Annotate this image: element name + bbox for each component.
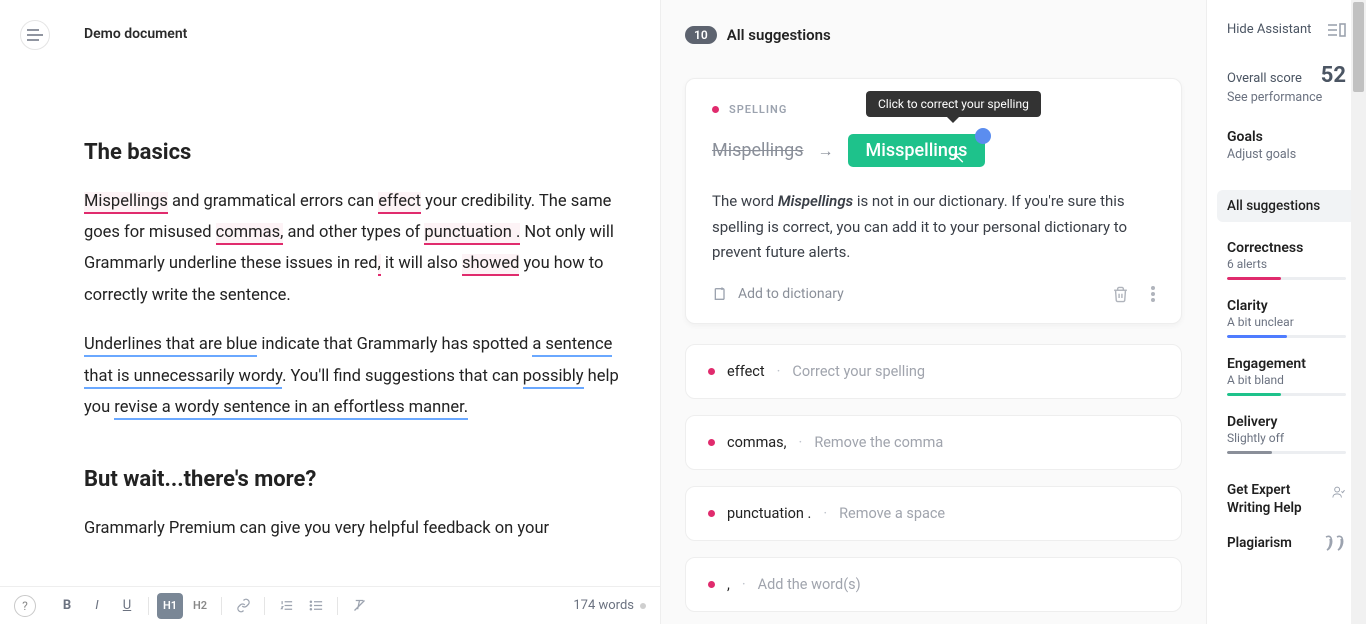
suggestion-category: SPELLING <box>729 103 787 116</box>
error-showed[interactable]: showed <box>462 254 519 276</box>
numbered-list-icon <box>279 598 294 613</box>
trash-icon <box>1112 286 1129 303</box>
score-value: 52 <box>1321 63 1346 88</box>
suggestion-hint: Remove a space <box>839 505 945 522</box>
underline-button[interactable]: U <box>114 593 140 619</box>
expert-help-link[interactable]: Get Expert Writing Help <box>1227 482 1346 517</box>
error-mispellings[interactable]: Mispellings <box>84 192 168 214</box>
paragraph-1: Mispellings and grammatical errors can e… <box>84 186 620 311</box>
correctness-dot-icon <box>708 510 715 517</box>
link-button[interactable] <box>230 593 256 619</box>
collapse-icon <box>1328 23 1346 37</box>
editor-column: Demo document The basics Mispellings and… <box>0 0 660 624</box>
assistant-sidebar: Hide Assistant Overall score 52 See perf… <box>1206 0 1366 624</box>
suggestion-row[interactable]: , · Add the word(s) <box>685 557 1182 612</box>
dismiss-button[interactable] <box>1112 286 1129 303</box>
suggestion-card: SPELLING Click to correct your spelling … <box>685 78 1182 324</box>
plagiarism-icon <box>1324 535 1346 551</box>
goals-heading: Goals <box>1227 129 1346 145</box>
filter-engagement[interactable]: Engagement A bit bland <box>1227 356 1346 396</box>
toolbar-separator <box>337 597 338 615</box>
menu-button[interactable] <box>20 20 50 50</box>
numbered-list-button[interactable] <box>273 593 299 619</box>
hide-assistant-button[interactable]: Hide Assistant <box>1227 22 1311 37</box>
suggestion-row[interactable]: punctuation . · Remove a space <box>685 486 1182 541</box>
toolbar-separator <box>148 597 149 615</box>
suggestion-word: , <box>727 576 730 593</box>
collapse-button[interactable] <box>1328 23 1346 37</box>
apply-correction-button[interactable]: Misspellings ↖ <box>848 134 986 167</box>
error-commas[interactable]: commas, <box>216 223 284 245</box>
suggestion-word: effect <box>727 363 765 380</box>
more-options-button[interactable] <box>1151 286 1155 302</box>
suggestion-hint: Add the word(s) <box>758 576 861 593</box>
see-performance-link[interactable]: See performance <box>1227 90 1346 105</box>
error-punctuation[interactable]: punctuation . <box>424 223 520 245</box>
suggestions-header: 10 All suggestions <box>685 26 1182 44</box>
plagiarism-link[interactable]: Plagiarism <box>1227 535 1346 551</box>
h2-button[interactable]: H2 <box>187 593 213 619</box>
suggestion-row[interactable]: effect · Correct your spelling <box>685 344 1182 399</box>
correctness-dot-icon <box>708 368 715 375</box>
kebab-icon <box>1151 286 1155 302</box>
editor-toolbar: ? B I U H1 H2 <box>0 586 660 624</box>
help-button[interactable]: ? <box>14 595 36 617</box>
document-title[interactable]: Demo document <box>84 26 187 42</box>
clarity-underlines[interactable]: Underlines that are blue <box>84 335 257 357</box>
filter-clarity[interactable]: Clarity A bit unclear <box>1227 298 1346 338</box>
suggestion-description: The word Mispellings is not in our dicti… <box>712 189 1155 266</box>
filter-correctness[interactable]: Correctness 6 alerts <box>1227 240 1346 280</box>
correctness-dot-icon <box>708 439 715 446</box>
suggestions-panel: 10 All suggestions SPELLING Click to cor… <box>660 0 1206 624</box>
suggestion-hint: Correct your spelling <box>792 363 925 380</box>
paragraph-2: Underlines that are blue indicate that G… <box>84 329 620 423</box>
clarity-revise[interactable]: revise a wordy sentence in an effortless… <box>114 398 468 420</box>
word-count[interactable]: 174 words <box>573 598 646 613</box>
expert-icon <box>1331 482 1346 502</box>
suggestion-word: commas, <box>727 434 787 451</box>
suggestion-hint: Remove the comma <box>814 434 943 451</box>
suggestion-row[interactable]: commas, · Remove the comma <box>685 415 1182 470</box>
highlight-dot-icon <box>975 128 991 144</box>
heading-basics: The basics <box>84 132 620 174</box>
menu-icon <box>27 29 43 41</box>
h1-button[interactable]: H1 <box>157 593 183 619</box>
original-word: Mispellings <box>712 140 804 161</box>
scrollbar-thumb[interactable] <box>1353 2 1364 92</box>
filter-delivery[interactable]: Delivery Slightly off <box>1227 414 1346 454</box>
toolbar-separator <box>264 597 265 615</box>
overall-score[interactable]: Overall score 52 <box>1227 63 1346 88</box>
error-effect[interactable]: effect <box>378 192 421 214</box>
paragraph-3: Grammarly Premium can give you very help… <box>84 513 620 544</box>
suggestion-word: punctuation . <box>727 505 811 522</box>
scrollbar[interactable] <box>1351 0 1366 624</box>
clear-formatting-button[interactable] <box>346 593 372 619</box>
suggestion-count-badge: 10 <box>685 26 717 44</box>
clarity-possibly[interactable]: possibly <box>523 367 584 389</box>
bold-button[interactable]: B <box>54 593 80 619</box>
cursor-icon: ↖ <box>952 148 965 167</box>
heading-more: But wait...there's more? <box>84 459 620 501</box>
toolbar-separator <box>221 597 222 615</box>
filter-all-suggestions[interactable]: All suggestions <box>1217 190 1356 222</box>
add-to-dictionary-button[interactable]: Add to dictionary <box>712 286 844 302</box>
bullet-list-icon <box>309 598 324 613</box>
correctness-dot-icon <box>712 106 719 113</box>
bullet-list-button[interactable] <box>303 593 329 619</box>
arrow-icon: → <box>818 141 834 161</box>
clear-format-icon <box>352 598 367 613</box>
adjust-goals-link[interactable]: Adjust goals <box>1227 147 1346 162</box>
correctness-dot-icon <box>708 581 715 588</box>
add-dictionary-icon <box>712 286 728 302</box>
suggestions-title: All suggestions <box>727 26 831 44</box>
italic-button[interactable]: I <box>84 593 110 619</box>
tooltip: Click to correct your spelling <box>866 91 1041 117</box>
document-body[interactable]: The basics Mispellings and grammatical e… <box>0 22 660 544</box>
link-icon <box>236 598 251 613</box>
